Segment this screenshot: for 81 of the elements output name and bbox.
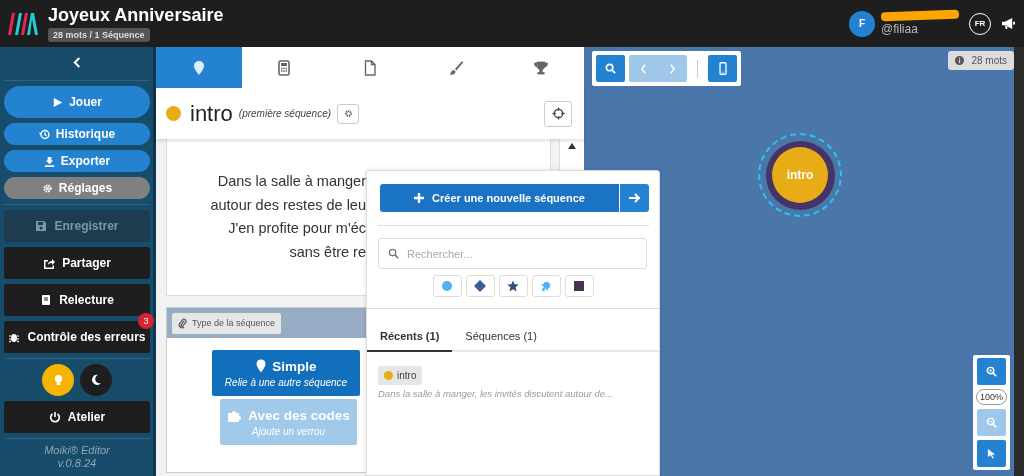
diamond-filter-button[interactable] <box>465 275 495 297</box>
workshop-button[interactable]: Atelier <box>4 401 150 433</box>
stats-badge: 28 mots / 1 Séquence <box>48 28 150 42</box>
popup-tab[interactable]: Séquences (1) <box>452 322 550 352</box>
square-filter-button[interactable] <box>564 275 594 297</box>
gear-icon <box>41 182 53 194</box>
create-sequence-button[interactable]: Créer une nouvelle séquence <box>380 184 619 212</box>
sequence-color-dot <box>166 106 181 121</box>
locate-button[interactable] <box>544 100 572 127</box>
sequence-color-dot <box>384 371 393 380</box>
search-field[interactable]: Rechercher... <box>378 238 647 269</box>
circle-icon <box>442 281 452 291</box>
diamond-icon <box>474 280 486 292</box>
user-handle: @filiaa <box>881 22 919 36</box>
export-button[interactable]: Exporter <box>4 150 150 172</box>
play-button[interactable]: Jouer <box>4 86 150 118</box>
sequence-settings-button[interactable] <box>337 103 360 124</box>
word-count-text: 28 mots <box>971 55 1007 66</box>
calculator-icon <box>276 59 293 76</box>
search-icon <box>388 248 399 259</box>
sequence-note: (première séquence) <box>238 108 332 119</box>
chevron-left-icon[interactable] <box>72 56 82 68</box>
plus-icon <box>414 193 425 203</box>
arrow-right-icon <box>628 193 641 203</box>
star-filter-button[interactable] <box>498 275 528 297</box>
story-text-line: Dans la salle à manger <box>216 172 366 191</box>
story-text-line: sans être re <box>288 242 366 262</box>
product-name: Moiki® Editor <box>43 444 111 457</box>
history-button[interactable]: Historique <box>4 123 150 145</box>
sequence-tag[interactable]: intro <box>378 366 423 385</box>
bug-icon <box>8 331 21 343</box>
search-icon <box>605 63 616 74</box>
power-icon <box>48 411 61 423</box>
star-icon <box>507 280 519 292</box>
megaphone-icon[interactable] <box>1001 17 1016 30</box>
square-icon <box>574 281 584 291</box>
project-title: Joyeux Anniversaire <box>48 5 224 26</box>
user-avatar[interactable]: F <box>849 10 875 37</box>
light-theme-button[interactable] <box>42 364 74 396</box>
cursor-icon <box>987 448 996 459</box>
info-icon <box>955 56 965 65</box>
crosshair-icon <box>551 107 565 120</box>
share-button[interactable]: Partager <box>4 247 150 279</box>
puzzle-icon <box>227 408 244 422</box>
smartphone-icon <box>718 62 727 75</box>
floppy-icon <box>35 220 48 232</box>
settings-button[interactable]: Réglages <box>4 177 150 199</box>
download-icon <box>43 155 55 167</box>
moon-icon <box>90 374 102 386</box>
share-icon <box>43 257 56 269</box>
error-count-badge: 3 <box>138 313 154 329</box>
document-icon <box>362 59 378 76</box>
scroll-up-icon[interactable] <box>568 143 576 149</box>
version-label: v.0.8.24 <box>56 456 98 470</box>
editor-tab[interactable] <box>156 47 242 88</box>
arrow-right-button[interactable] <box>619 184 649 212</box>
history-icon <box>38 128 50 140</box>
mobile-preview-button[interactable] <box>708 55 737 82</box>
sequence-name: intro <box>190 100 233 127</box>
pin-icon <box>255 359 268 373</box>
popup-tab[interactable]: Récents (1) <box>367 322 453 352</box>
proofread-button[interactable]: Relecture <box>4 284 150 316</box>
gear-icon <box>343 109 353 118</box>
window-scrollbar[interactable] <box>1014 47 1024 476</box>
sequence-type-tag: Type de la séquence <box>172 312 282 334</box>
sequence-type-option[interactable]: Simple Relie à une autre séquence <box>212 350 360 396</box>
dark-theme-button[interactable] <box>80 364 112 396</box>
zoom-out-icon <box>986 417 997 428</box>
story-text-line: J'en profite pour m'éc <box>227 219 366 238</box>
brush-icon <box>447 59 464 76</box>
story-text-line: autour des restes de leu <box>209 195 366 215</box>
select-tool-button[interactable] <box>977 440 1006 467</box>
trophy-icon <box>533 59 550 76</box>
paperclip-icon <box>178 317 187 329</box>
lightbulb-icon <box>52 373 64 387</box>
search-button[interactable] <box>596 55 625 82</box>
puzzle-icon <box>540 280 552 292</box>
play-icon <box>52 96 64 108</box>
zoom-in-icon <box>986 366 997 377</box>
zoom-in-button[interactable] <box>977 358 1006 385</box>
book-icon <box>40 294 53 306</box>
